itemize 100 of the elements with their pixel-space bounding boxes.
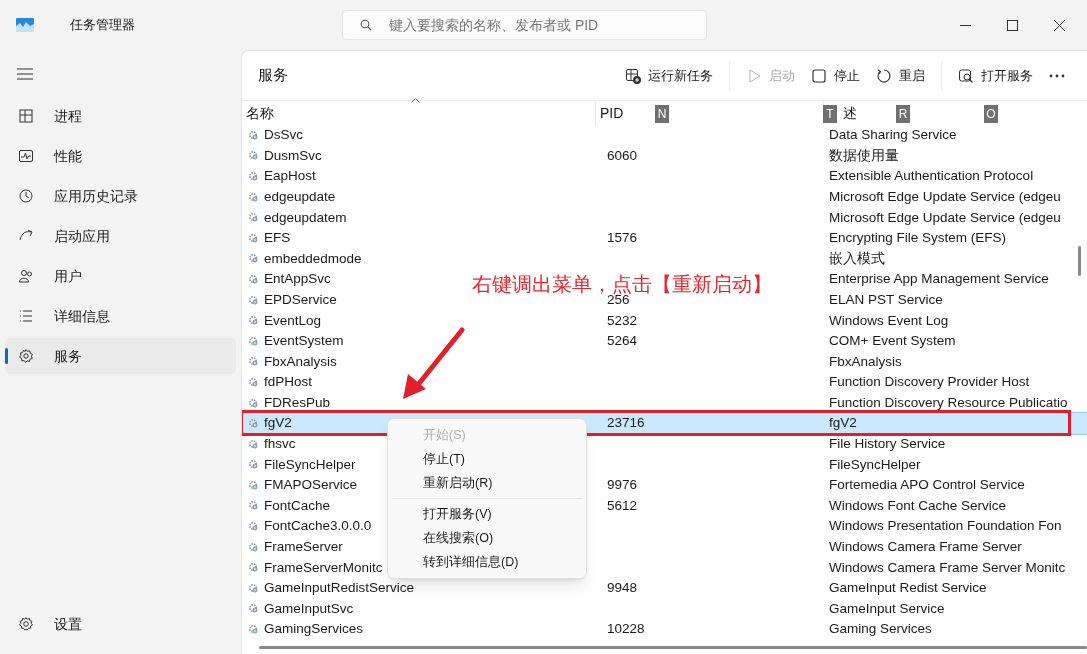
app-icon bbox=[16, 18, 34, 32]
sidebar-item[interactable]: 性能 bbox=[5, 138, 236, 174]
table-cell-text: EPDService bbox=[264, 290, 337, 309]
window-plus-icon bbox=[625, 67, 641, 84]
menu-item[interactable]: 转到详细信息(D) bbox=[388, 550, 586, 574]
restart-icon bbox=[876, 67, 892, 84]
table-cell: Microsoft Edge Update Service (edgeu bbox=[829, 209, 1061, 225]
sidebar-item[interactable]: 启动应用 bbox=[5, 218, 236, 254]
menu-item[interactable]: 打开服务(V) bbox=[388, 502, 586, 526]
magnifier-window-icon bbox=[958, 67, 974, 84]
table-cell: Enterprise App Management Service bbox=[829, 271, 1049, 287]
search-input: 键入要搜索的名称、发布者或 PID bbox=[389, 14, 706, 36]
table-cell-text: fgV2 bbox=[264, 414, 292, 433]
gear-magnifier-icon bbox=[248, 479, 259, 491]
table-cell-text: GamingServices bbox=[264, 620, 364, 639]
table-cell: GameInput Service bbox=[829, 600, 945, 616]
menu-item[interactable]: 停止(T) bbox=[388, 447, 586, 471]
play-icon bbox=[746, 67, 762, 84]
gear-magnifier-icon bbox=[248, 294, 259, 306]
menu-item[interactable]: 重新启动(R) bbox=[388, 471, 586, 495]
sidebar-item[interactable]: 进程 bbox=[5, 98, 236, 134]
toolbar-button[interactable]: 重启 bbox=[868, 59, 933, 92]
table-cell: Windows Presentation Foundation Fon bbox=[829, 518, 1062, 534]
table-cell: Windows Event Log bbox=[829, 312, 949, 328]
table-cell-text: EapHost bbox=[264, 167, 316, 186]
gear-magnifier-icon bbox=[248, 273, 259, 285]
menu-icon[interactable] bbox=[17, 68, 33, 80]
table-cell-text: edgeupdatem bbox=[264, 208, 347, 227]
more-icon bbox=[1049, 73, 1065, 78]
gear-icon bbox=[18, 348, 34, 364]
table-cell: Function Discovery Provider Host bbox=[829, 374, 1030, 390]
gear-magnifier-icon bbox=[248, 150, 259, 162]
toolbar-button[interactable]: 运行新任务 bbox=[617, 59, 721, 92]
table-cell-text: FontCache3.0.0.0 bbox=[264, 517, 372, 536]
search-icon bbox=[360, 19, 372, 31]
table-cell: 9976 bbox=[607, 477, 638, 493]
table-cell: Extensible Authentication Protocol bbox=[829, 168, 1034, 184]
toolbar-button[interactable]: 打开服务 bbox=[950, 59, 1041, 92]
users-icon bbox=[18, 268, 34, 284]
table-cell: COM+ Event System bbox=[829, 333, 956, 349]
settings-icon bbox=[18, 616, 34, 632]
clock-icon bbox=[18, 188, 34, 204]
gear-magnifier-icon bbox=[248, 438, 259, 450]
gear-magnifier-icon bbox=[248, 624, 259, 636]
close-icon[interactable] bbox=[1054, 19, 1065, 31]
sidebar-item[interactable]: 服务 bbox=[5, 338, 236, 374]
column-header[interactable]: 名称 bbox=[246, 102, 274, 124]
page-title: 服务 bbox=[258, 65, 288, 86]
column-header[interactable]: 述 bbox=[843, 102, 857, 124]
gear-magnifier-icon bbox=[248, 603, 259, 615]
gear-magnifier-icon bbox=[248, 562, 259, 574]
table-cell: Encrypting File System (EFS) bbox=[829, 230, 1007, 246]
gear-magnifier-icon bbox=[248, 418, 259, 430]
keytip: T bbox=[823, 105, 837, 123]
gear-magnifier-icon bbox=[248, 212, 259, 224]
maximize-icon[interactable] bbox=[1007, 19, 1018, 31]
gear-magnifier-icon bbox=[248, 459, 259, 471]
keytip: R bbox=[896, 105, 910, 123]
table-cell: FileSyncHelper bbox=[829, 456, 921, 472]
table-cell: 5264 bbox=[607, 333, 638, 349]
table-cell: Windows Font Cache Service bbox=[829, 497, 1007, 513]
table-cell-text: DsSvc bbox=[264, 126, 303, 145]
table-cell-text: GameInputSvc bbox=[264, 599, 354, 618]
table-cell: 5232 bbox=[607, 312, 638, 328]
table-cell: Fortemedia APO Control Service bbox=[829, 477, 1025, 493]
table-cell: File History Service bbox=[829, 436, 946, 452]
search-field[interactable]: 键入要搜索的名称、发布者或 PID bbox=[342, 10, 707, 40]
vertical-scrollbar[interactable] bbox=[1078, 246, 1081, 276]
menu-item[interactable]: 在线搜索(O) bbox=[388, 526, 586, 550]
sidebar-item[interactable]: 详细信息 bbox=[5, 298, 236, 334]
stop-icon bbox=[811, 67, 827, 84]
sidebar-item[interactable]: 用户 bbox=[5, 258, 236, 294]
table-cell-text: FrameServer bbox=[264, 538, 343, 557]
table-cell: FbxAnalysis bbox=[829, 353, 902, 369]
table-cell: GameInput Redist Service bbox=[829, 580, 987, 596]
table-cell: Gaming Services bbox=[829, 621, 932, 637]
gear-magnifier-icon bbox=[248, 191, 259, 203]
settings-item[interactable]: 设置 bbox=[5, 606, 236, 642]
table-cell-text: EventSystem bbox=[264, 332, 344, 351]
table-cell: 数据使用量 bbox=[829, 147, 899, 163]
toolbar-button[interactable]: 停止 bbox=[803, 59, 868, 92]
chart-icon bbox=[18, 148, 34, 164]
grid-icon bbox=[18, 108, 34, 124]
table-cell: ELAN PST Service bbox=[829, 291, 943, 307]
table-cell-text: fdPHost bbox=[264, 373, 313, 392]
gear-magnifier-icon bbox=[248, 171, 259, 182]
table-cell-text: FrameServerMonitc bbox=[264, 558, 383, 577]
gear-magnifier-icon bbox=[248, 335, 259, 347]
table-cell-text: EventLog bbox=[264, 311, 322, 330]
table-cell-text: embeddedmode bbox=[264, 249, 362, 268]
horizontal-scrollbar[interactable] bbox=[259, 646, 1087, 649]
table-cell-text: edgeupdate bbox=[264, 187, 336, 206]
gear-magnifier-icon bbox=[248, 129, 259, 141]
sidebar-item[interactable]: 应用历史记录 bbox=[5, 178, 236, 214]
column-header[interactable]: PID bbox=[600, 102, 624, 124]
gear-magnifier-icon bbox=[248, 356, 259, 368]
table-cell: Function Discovery Resource Publicatio bbox=[829, 394, 1068, 410]
table-cell-text: EFS bbox=[264, 229, 291, 248]
gear-magnifier-icon bbox=[248, 541, 259, 553]
gear-magnifier-icon bbox=[248, 397, 259, 409]
